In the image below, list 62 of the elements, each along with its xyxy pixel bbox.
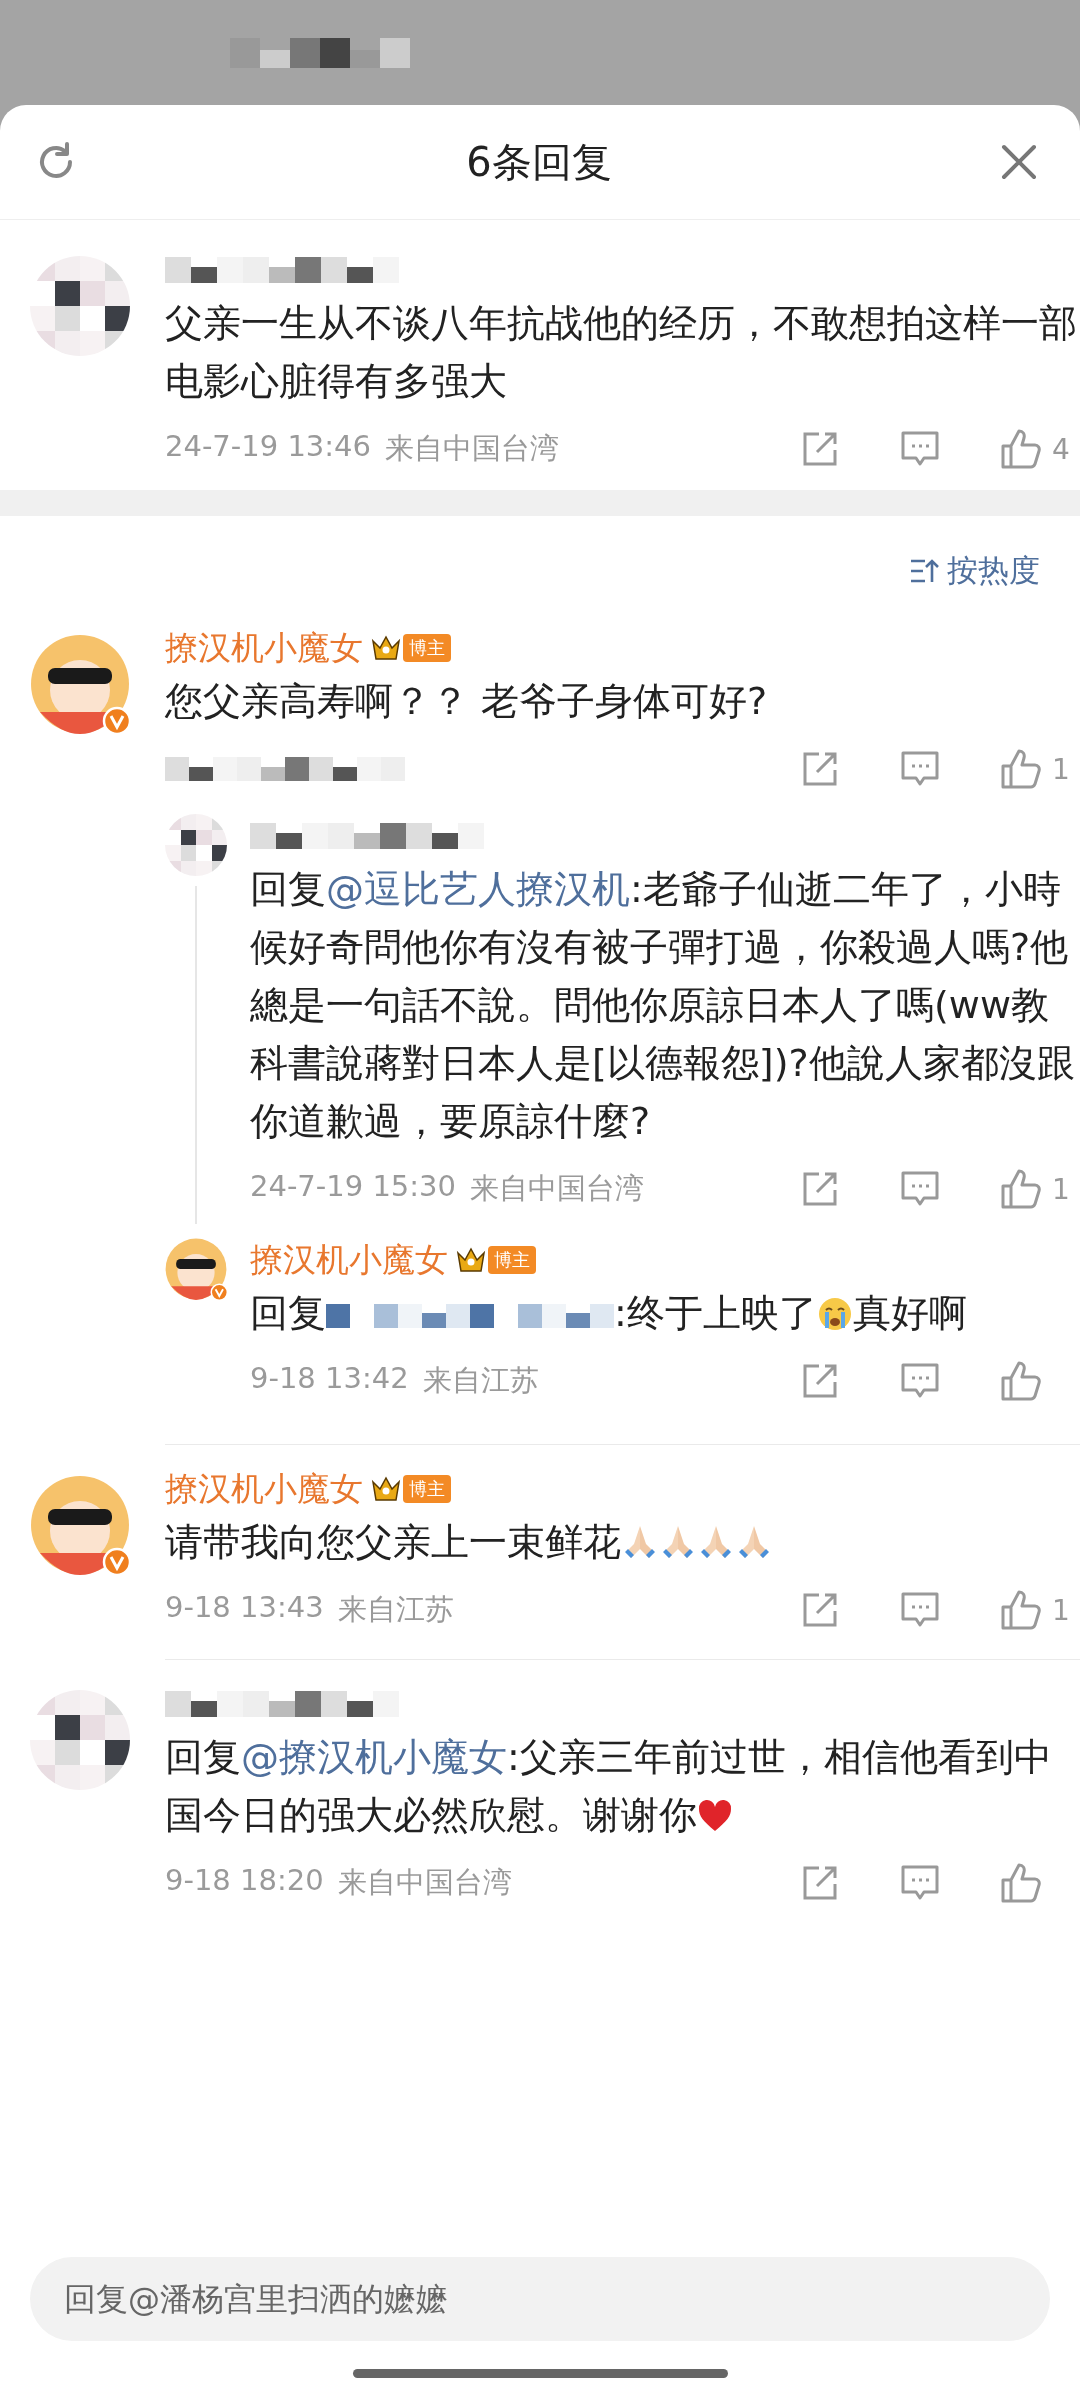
comment-text: 您父亲高寿啊？？ 老爷子身体可好? [165, 678, 769, 725]
comment-time: 9-18 18:20 [165, 1863, 324, 1899]
like-count: 4 [1052, 432, 1070, 466]
avatar[interactable] [30, 634, 130, 734]
comment-icon[interactable] [900, 750, 940, 788]
comment-icon[interactable] [900, 430, 940, 468]
comment-location: 来自中国台湾 [385, 430, 559, 467]
comment-text: 回复 :终于上映了 真好啊 [250, 1290, 968, 1337]
comment-icon[interactable] [900, 1864, 940, 1902]
crown-icon [456, 1247, 486, 1273]
share-icon[interactable] [801, 1362, 839, 1400]
thumbs-up-icon[interactable] [1000, 1360, 1042, 1402]
comment-text: 回复@逗比艺人撩汉机:老爺子仙逝二年了，小時候好奇問他你有沒有被子彈打過，你殺過人嗎?他總是一句話不說。問他你原諒日本人了嗎(ww教科書說蔣對日本人是[以德報怨])?他說人家都沒跟你道歉過，要原諒什麼? [250, 866, 1076, 1145]
comment-time: 24-7-19 13:46 [165, 429, 371, 465]
comment-location: 来自江苏 [422, 1362, 539, 1399]
sheet-title: 6条回复 [466, 137, 612, 187]
share-icon[interactable] [801, 1864, 839, 1902]
comment-icon[interactable] [900, 1591, 940, 1629]
reply-input-field[interactable]: 回复@潘杨宫里扫洒的嬷嬷 [30, 2257, 1050, 2341]
heart-icon [697, 1799, 733, 1833]
like-count: 1 [1052, 1172, 1070, 1206]
mention-link[interactable]: @撩汉机小魔女 [241, 1735, 507, 1779]
comment-text: 父亲一生从不谈八年抗战他的经历，不敢想拍这样一部电影心脏得有多强大 [165, 300, 1078, 405]
sort-icon[interactable] [909, 558, 939, 584]
comment-location: 来自中国台湾 [470, 1170, 644, 1207]
comment-location: 来自江苏 [337, 1591, 454, 1628]
thumbs-up-icon[interactable] [1000, 1589, 1042, 1631]
pixelated-avatar[interactable] [30, 1690, 130, 1790]
user-name[interactable]: 撩汉机小魔女 [165, 625, 363, 671]
pixelated-avatar[interactable] [30, 256, 130, 356]
share-icon[interactable] [801, 1591, 839, 1629]
comment-icon[interactable] [900, 1170, 940, 1208]
like-count: 1 [1052, 1593, 1070, 1627]
mention-link[interactable]: @逗比艺人撩汉机 [326, 867, 630, 911]
crying-face-icon [816, 1296, 853, 1332]
comment-text: 回复@撩汉机小魔女:父亲三年前过世，相信他看到中国今日的强大必然欣慰。谢谢你 [165, 1734, 1053, 1839]
user-name[interactable]: 撩汉机小魔女 [250, 1237, 448, 1283]
comment-icon[interactable] [900, 1362, 940, 1400]
sort-option[interactable]: 按热度 [947, 550, 1040, 592]
share-icon[interactable] [801, 1170, 839, 1208]
pixelated-avatar[interactable] [165, 814, 227, 876]
author-badge: 博主 [403, 1475, 451, 1503]
crown-icon [371, 635, 401, 661]
user-name[interactable]: 撩汉机小魔女 [165, 1466, 363, 1512]
author-badge: 博主 [403, 634, 451, 662]
comment-location: 来自中国台湾 [337, 1864, 512, 1901]
thumbs-up-icon[interactable] [1000, 1168, 1042, 1210]
comment-text: 请带我向您父亲上一束鲜花 [165, 1513, 1080, 1571]
thumbs-up-icon[interactable] [1000, 428, 1042, 470]
thumbs-up-icon[interactable] [1000, 748, 1042, 790]
share-icon[interactable] [801, 750, 839, 788]
close-icon[interactable] [1000, 143, 1038, 181]
avatar[interactable] [30, 1475, 130, 1575]
thumbs-up-icon[interactable] [1000, 1862, 1042, 1904]
comment-time: 24-7-19 15:30 [250, 1169, 456, 1205]
like-count: 1 [1052, 752, 1070, 786]
comment-time: 9-18 13:43 [165, 1590, 324, 1626]
share-icon[interactable] [801, 430, 839, 468]
author-badge: 博主 [488, 1246, 536, 1274]
comment-time: 9-18 13:42 [250, 1361, 409, 1397]
crown-icon [371, 1476, 401, 1502]
avatar[interactable] [165, 1238, 227, 1300]
